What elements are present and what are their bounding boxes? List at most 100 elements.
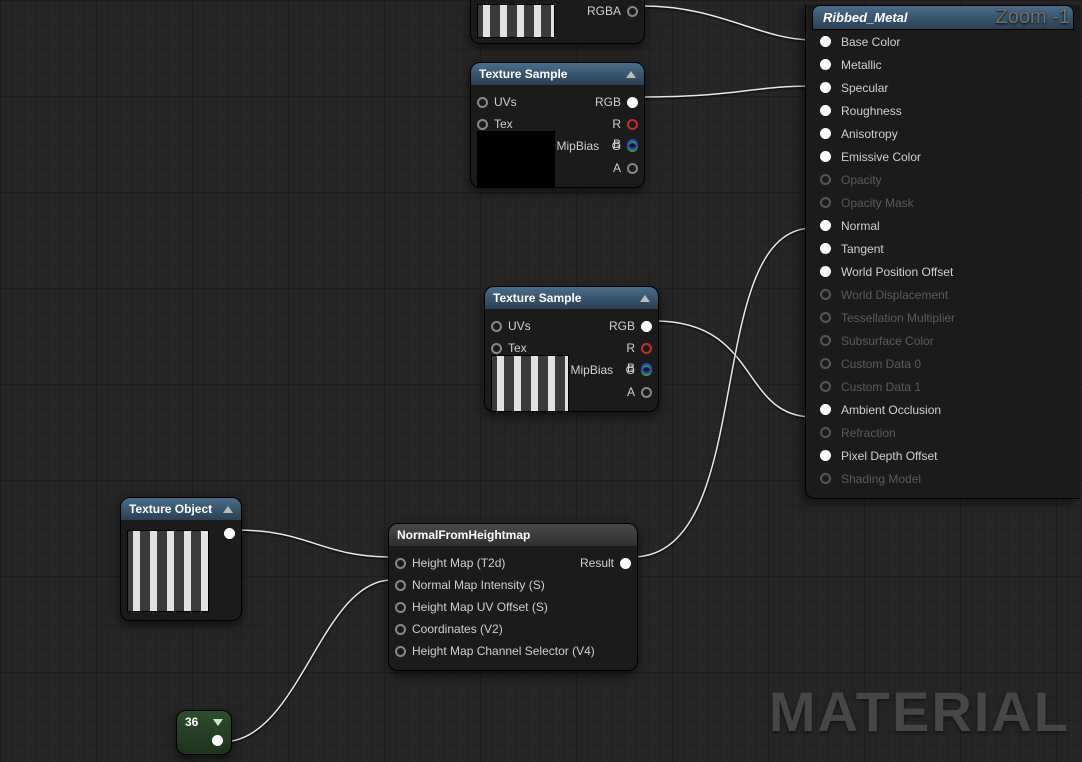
pin-coords-label: Coordinates (V2) (412, 622, 503, 636)
material-input-row[interactable]: Metallic (806, 53, 1080, 76)
input-pin[interactable] (820, 312, 831, 323)
texture-sample-node-3[interactable]: Texture Sample UVs RGB Tex R Apply View … (484, 286, 659, 412)
texture-thumbnail (477, 4, 555, 38)
input-pin[interactable] (820, 404, 831, 415)
input-pin[interactable] (820, 289, 831, 300)
material-input-row[interactable]: Normal (806, 214, 1080, 237)
input-pin-uvs[interactable] (491, 321, 502, 332)
pin-uvoffset-label: Height Map UV Offset (S) (412, 600, 548, 614)
output-pin-r[interactable] (627, 119, 638, 130)
node-header[interactable]: Texture Sample (485, 287, 658, 309)
output-pin-rgba[interactable] (641, 411, 652, 413)
texture-thumbnail-stripes (491, 355, 569, 412)
material-input-label: Normal (841, 219, 880, 233)
input-pin-uvoffset[interactable] (395, 602, 406, 613)
material-input-label: Tessellation Multiplier (841, 311, 955, 325)
material-input-row[interactable]: Base Color (806, 30, 1080, 53)
input-pin[interactable] (820, 358, 831, 369)
input-pin[interactable] (820, 82, 831, 93)
material-input-label: Emissive Color (841, 150, 921, 164)
dropdown-icon[interactable] (213, 719, 223, 726)
output-pin-a[interactable] (627, 163, 638, 174)
material-input-row[interactable]: Subsurface Color (806, 329, 1080, 352)
input-pin[interactable] (820, 174, 831, 185)
pin-rgb-label: RGB (595, 95, 621, 109)
material-input-label: Metallic (841, 58, 882, 72)
input-pin[interactable] (820, 105, 831, 116)
input-pin[interactable] (820, 220, 831, 231)
material-input-row[interactable]: World Position Offset (806, 260, 1080, 283)
input-pin-chansel[interactable] (395, 646, 406, 657)
collapse-icon[interactable] (640, 295, 650, 302)
texture-sample-node-top-partial[interactable]: RGBA (470, 0, 645, 44)
material-input-row[interactable]: Tessellation Multiplier (806, 306, 1080, 329)
material-input-row[interactable]: Opacity Mask (806, 191, 1080, 214)
pin-r-label: R (626, 341, 635, 355)
material-input-row[interactable]: Opacity (806, 168, 1080, 191)
input-pin[interactable] (820, 197, 831, 208)
material-input-label: Subsurface Color (841, 334, 934, 348)
pin-heightmap-label: Height Map (T2d) (412, 556, 505, 570)
input-pin[interactable] (820, 427, 831, 438)
pin-rgba-label: RGBA (587, 185, 621, 188)
node-header[interactable]: NormalFromHeightmap (389, 524, 637, 546)
material-input-row[interactable]: Ambient Occlusion (806, 398, 1080, 421)
collapse-icon[interactable] (626, 71, 636, 78)
input-pin-intensity[interactable] (395, 580, 406, 591)
material-input-row[interactable]: Emissive Color (806, 145, 1080, 168)
node-title: Texture Object (129, 502, 212, 516)
material-input-label: Tangent (841, 242, 884, 256)
pin-uvs-label: UVs (494, 95, 517, 109)
material-input-row[interactable]: Shading Model (806, 467, 1080, 490)
output-pin-rgb[interactable] (627, 97, 638, 108)
output-pin-result[interactable] (620, 558, 631, 569)
material-name: Ribbed_Metal (823, 10, 908, 25)
constant-node[interactable]: 36 (176, 710, 232, 755)
output-pin-b[interactable] (641, 363, 652, 374)
input-pin[interactable] (820, 266, 831, 277)
output-pin[interactable] (224, 528, 235, 539)
material-input-label: World Position Offset (841, 265, 953, 279)
output-pin-rgba[interactable] (627, 6, 638, 17)
material-input-label: Base Color (841, 35, 900, 49)
material-input-row[interactable]: Roughness (806, 99, 1080, 122)
normal-from-heightmap-node[interactable]: NormalFromHeightmap Height Map (T2d) Res… (388, 523, 638, 671)
input-pin[interactable] (820, 381, 831, 392)
material-input-row[interactable]: Pixel Depth Offset (806, 444, 1080, 467)
material-output-node[interactable]: Ribbed_Metal Base Color Metallic Specular R… (805, 5, 1080, 499)
input-pin-uvs[interactable] (477, 97, 488, 108)
output-pin-b[interactable] (627, 139, 638, 150)
input-pin[interactable] (820, 36, 831, 47)
material-input-row[interactable]: Refraction (806, 421, 1080, 444)
material-input-label: Specular (841, 81, 888, 95)
output-pin-a[interactable] (641, 387, 652, 398)
output-pin[interactable] (212, 735, 223, 746)
input-pin[interactable] (820, 151, 831, 162)
material-input-row[interactable]: Tangent (806, 237, 1080, 260)
texture-object-node[interactable]: Texture Object (120, 497, 242, 621)
input-pin[interactable] (820, 128, 831, 139)
material-input-row[interactable]: World Displacement (806, 283, 1080, 306)
material-input-label: Refraction (841, 426, 896, 440)
output-pin-rgb[interactable] (641, 321, 652, 332)
input-pin[interactable] (820, 59, 831, 70)
material-input-row[interactable]: Custom Data 1 (806, 375, 1080, 398)
input-pin[interactable] (820, 450, 831, 461)
input-pin[interactable] (820, 335, 831, 346)
texture-sample-node-2[interactable]: Texture Sample UVs RGB Tex R Apply View … (470, 62, 645, 188)
input-pin-heightmap[interactable] (395, 558, 406, 569)
collapse-icon[interactable] (223, 506, 233, 513)
input-pin-coords[interactable] (395, 624, 406, 635)
output-pin-rgba[interactable] (627, 187, 638, 189)
node-header[interactable]: Texture Object (121, 498, 241, 520)
input-pin[interactable] (820, 473, 831, 484)
node-header[interactable]: Texture Sample (471, 63, 644, 85)
material-input-row[interactable]: Specular (806, 76, 1080, 99)
input-pin[interactable] (820, 243, 831, 254)
material-input-row[interactable]: Custom Data 0 (806, 352, 1080, 375)
material-input-row[interactable]: Anisotropy (806, 122, 1080, 145)
pin-uvs-label: UVs (508, 319, 531, 333)
pin-b-label: B (627, 361, 635, 375)
output-pin-r[interactable] (641, 343, 652, 354)
node-title: Texture Sample (479, 67, 567, 81)
